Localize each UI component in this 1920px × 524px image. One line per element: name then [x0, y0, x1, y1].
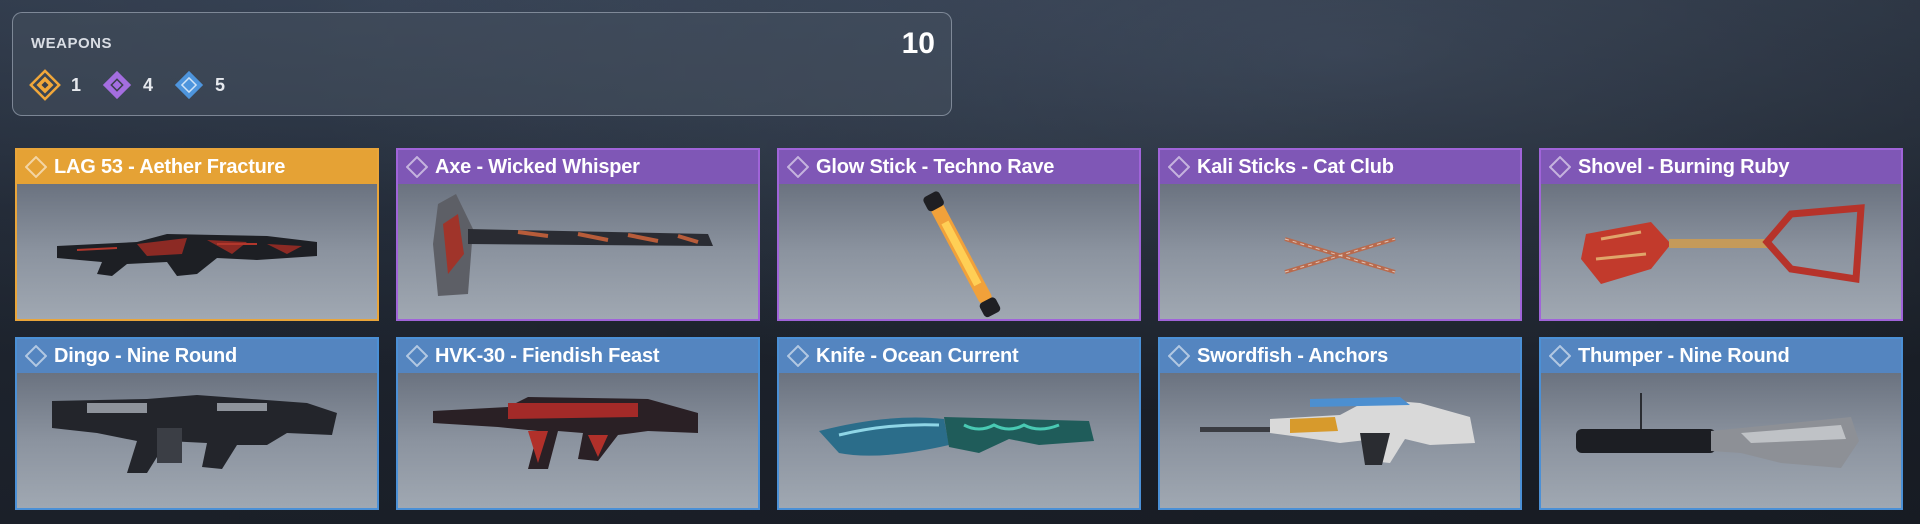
- card-header: Glow Stick - Techno Rave: [779, 150, 1139, 184]
- card-header: Swordfish - Anchors: [1160, 339, 1520, 373]
- weapon-name: Glow Stick - Techno Rave: [816, 155, 1055, 178]
- card-header: Knife - Ocean Current: [779, 339, 1139, 373]
- light-machine-gun-icon: [52, 395, 337, 473]
- weapon-card[interactable]: Axe - Wicked Whisper: [396, 148, 760, 321]
- card-header: Kali Sticks - Cat Club: [1160, 150, 1520, 184]
- epic-rarity-icon: [406, 156, 428, 178]
- epic-rarity-icon: [1168, 156, 1190, 178]
- rare-count: 5: [173, 69, 225, 101]
- epic-rarity-icon: [1549, 156, 1571, 178]
- grenade-launcher-icon: [1576, 393, 1859, 468]
- rare-count-value: 5: [215, 74, 226, 95]
- weapon-name: Dingo - Nine Round: [54, 344, 238, 367]
- battle-rifle-icon: [1200, 397, 1475, 465]
- summary-total-count: 10: [901, 27, 935, 60]
- legendary-rarity-icon: [25, 156, 47, 178]
- weapon-card[interactable]: Glow Stick - Techno Rave: [777, 148, 1141, 321]
- weapon-name: HVK-30 - Fiendish Feast: [435, 344, 660, 367]
- rare-rarity-icon: [787, 345, 809, 367]
- kali-sticks-icon: [1284, 237, 1396, 274]
- glow-stick-icon: [923, 191, 1001, 318]
- weapon-card[interactable]: Kali Sticks - Cat Club: [1158, 148, 1522, 321]
- rarity-counts: 1 4 5: [29, 69, 225, 101]
- legendary-rarity-icon: [29, 69, 61, 101]
- weapon-card[interactable]: Knife - Ocean Current: [777, 337, 1141, 510]
- weapon-grid: LAG 53 - Aether Fracture Axe - Wicked Wh…: [15, 148, 1903, 510]
- weapon-name: Kali Sticks - Cat Club: [1197, 155, 1394, 178]
- weapon-name: Swordfish - Anchors: [1197, 344, 1389, 367]
- card-header: Thumper - Nine Round: [1541, 339, 1901, 373]
- assault-rifle-icon: [57, 234, 317, 276]
- legendary-count: 1: [29, 69, 81, 101]
- weapon-name: Thumper - Nine Round: [1578, 344, 1790, 367]
- rare-rarity-icon: [406, 345, 428, 367]
- epic-count-value: 4: [143, 74, 154, 95]
- rare-rarity-icon: [174, 70, 204, 100]
- axe-icon: [433, 194, 713, 296]
- weapon-card[interactable]: Swordfish - Anchors: [1158, 337, 1522, 510]
- weapon-card[interactable]: Shovel - Burning Ruby: [1539, 148, 1903, 321]
- weapon-name: LAG 53 - Aether Fracture: [54, 155, 286, 178]
- epic-count: 4: [101, 69, 153, 101]
- weapon-card[interactable]: HVK-30 - Fiendish Feast: [396, 337, 760, 510]
- weapon-name: Shovel - Burning Ruby: [1578, 155, 1790, 178]
- weapon-card[interactable]: Thumper - Nine Round: [1539, 337, 1903, 510]
- weapons-summary-panel: WEAPONS 10 1 4 5: [12, 12, 952, 116]
- epic-rarity-icon: [102, 70, 132, 100]
- weapon-card[interactable]: LAG 53 - Aether Fracture: [15, 148, 379, 321]
- weapon-name: Axe - Wicked Whisper: [435, 155, 640, 178]
- rare-rarity-icon: [1168, 345, 1190, 367]
- card-header: HVK-30 - Fiendish Feast: [398, 339, 758, 373]
- epic-rarity-icon: [787, 156, 809, 178]
- card-header: LAG 53 - Aether Fracture: [17, 150, 377, 184]
- rare-rarity-icon: [1549, 345, 1571, 367]
- knife-icon: [819, 417, 1094, 456]
- summary-title: WEAPONS: [31, 35, 113, 52]
- weapon-name: Knife - Ocean Current: [816, 344, 1019, 367]
- assault-rifle-icon: [433, 397, 698, 469]
- shovel-icon: [1581, 204, 1865, 284]
- card-header: Axe - Wicked Whisper: [398, 150, 758, 184]
- card-header: Shovel - Burning Ruby: [1541, 150, 1901, 184]
- card-header: Dingo - Nine Round: [17, 339, 377, 373]
- rare-rarity-icon: [25, 345, 47, 367]
- weapon-card[interactable]: Dingo - Nine Round: [15, 337, 379, 510]
- legendary-count-value: 1: [71, 74, 82, 95]
